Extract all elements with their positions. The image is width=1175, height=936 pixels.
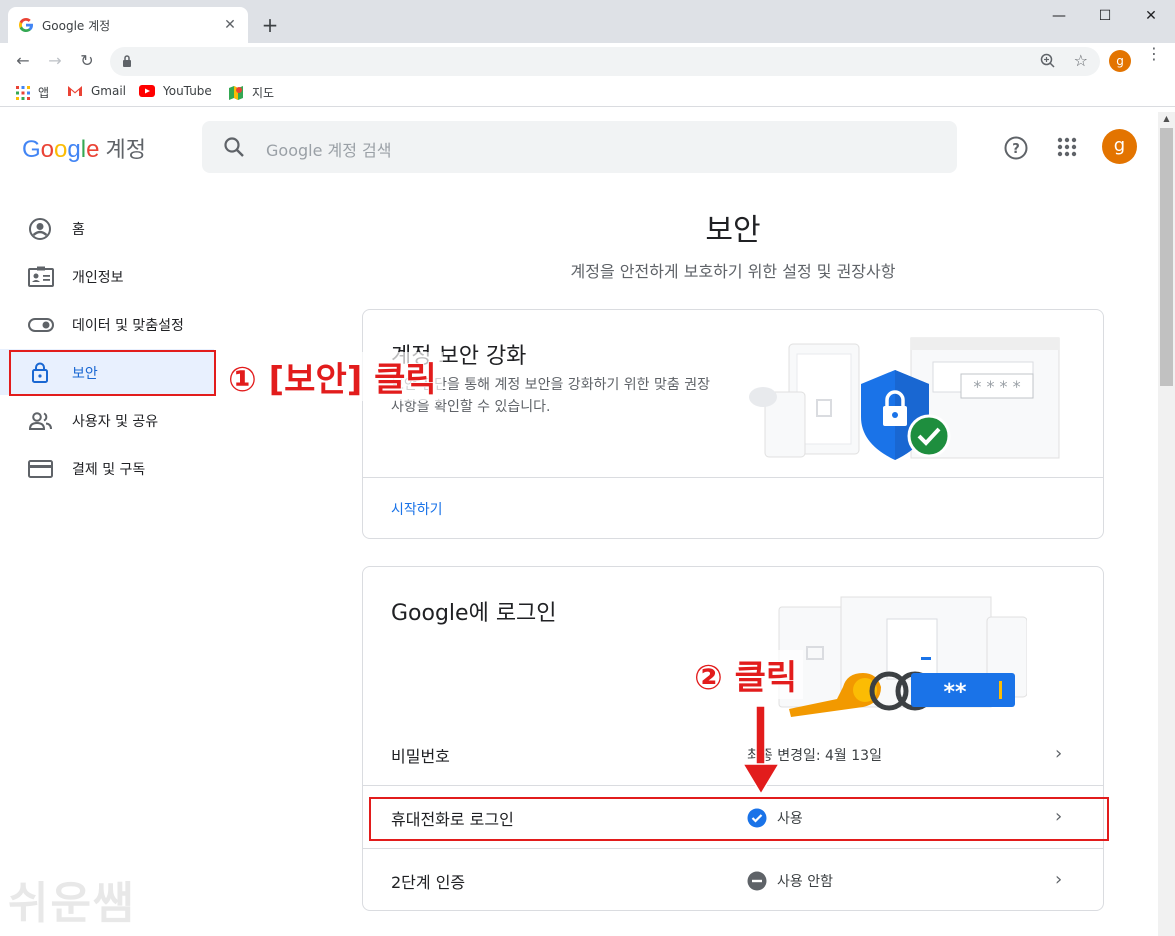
security-shield-illustration: * * * * <box>749 337 1060 460</box>
signin-keys-illustration: ** <box>778 596 1027 717</box>
watermark: 쉬운쌤 <box>8 878 136 929</box>
sidebar-item-home[interactable]: 홈 <box>0 205 300 251</box>
google-favicon-icon <box>19 18 33 32</box>
card-title: Google에 로그인 <box>391 601 557 626</box>
browser-tabstrip: Google 계정 ✕ + — ☐ ✕ <box>0 0 1175 43</box>
page-subtitle: 계정을 안전하게 보호하기 위한 설정 및 권장사항 <box>570 262 896 281</box>
zoom-icon[interactable] <box>1040 53 1056 69</box>
sidebar-item-label: 결제 및 구독 <box>72 462 146 478</box>
toggle-icon <box>28 318 54 332</box>
page-title: 보안 <box>705 213 761 248</box>
bookmark-star-icon[interactable]: ☆ <box>1074 51 1088 70</box>
minimize-button[interactable]: — <box>1036 4 1082 28</box>
sidebar-item-label: 데이터 및 맞춤설정 <box>72 318 184 334</box>
svg-text:**: ** <box>943 680 967 705</box>
google-wordmark: Google <box>22 136 100 163</box>
lock-icon <box>123 55 131 67</box>
tab-title: Google 계정 <box>42 18 111 33</box>
bookmark-youtube[interactable]: YouTube <box>139 84 212 98</box>
people-icon <box>28 412 52 430</box>
bookmark-label: Gmail <box>91 84 127 98</box>
chevron-right-icon: › <box>1055 869 1063 890</box>
row-value: 사용 안함 <box>747 871 833 891</box>
bookmark-apps[interactable]: 앱 <box>16 84 49 101</box>
bookmark-gmail[interactable]: Gmail <box>67 84 126 98</box>
sidebar-item-personal-info[interactable]: 개인정보 <box>0 253 300 299</box>
bookmark-label: 지도 <box>252 86 275 100</box>
maps-icon <box>229 85 243 100</box>
bookmark-maps[interactable]: 지도 <box>228 84 274 101</box>
search-placeholder: Google 계정 검색 <box>266 141 392 160</box>
row-label: 2단계 인증 <box>391 873 466 892</box>
new-tab-button[interactable]: + <box>258 13 282 37</box>
bookmark-label: YouTube <box>163 84 212 98</box>
search-icon <box>224 137 244 157</box>
address-bar[interactable]: ☆ <box>110 47 1100 76</box>
browser-menu-icon[interactable]: ⋮ <box>1146 46 1162 62</box>
svg-text:* * * *: * * * * <box>973 377 1020 396</box>
row-value-text: 사용 안함 <box>777 874 833 890</box>
browser-tab[interactable]: Google 계정 ✕ <box>8 7 248 43</box>
sidebar-item-payments[interactable]: 결제 및 구독 <box>0 445 300 491</box>
scroll-up-icon[interactable]: ▲ <box>1160 114 1173 123</box>
account-search-input[interactable]: Google 계정 검색 <box>202 121 957 173</box>
id-card-icon <box>28 266 54 287</box>
annotation-highlight-box <box>9 350 216 396</box>
help-icon[interactable]: ? <box>1003 135 1029 161</box>
annotation-highlight-box <box>369 797 1109 841</box>
close-window-button[interactable]: ✕ <box>1128 4 1174 28</box>
bookmark-label: 앱 <box>38 86 50 100</box>
svg-text:?: ? <box>1012 142 1020 157</box>
google-apps-icon[interactable] <box>1057 137 1077 157</box>
page-header: Google 계정 Google 계정 검색 ? g <box>0 112 1158 184</box>
two-step-verification-row[interactable]: 2단계 인증 사용 안함 › <box>363 849 1103 911</box>
forward-button[interactable]: → <box>44 51 66 71</box>
signin-card: Google에 로그인 ** 비밀번호 최종 변경일: 4월 13일 › 휴대전… <box>362 566 1104 911</box>
sidebar-item-data-personalization[interactable]: 데이터 및 맞춤설정 <box>0 301 300 347</box>
arrow-down-icon <box>741 706 781 796</box>
gmail-icon <box>68 86 82 96</box>
tab-close-icon[interactable]: ✕ <box>222 17 238 33</box>
get-started-link[interactable]: 시작하기 <box>391 499 443 519</box>
sidebar-item-people-sharing[interactable]: 사용자 및 공유 <box>0 397 300 443</box>
account-avatar[interactable]: g <box>1102 129 1137 164</box>
logo-suffix: 계정 <box>105 138 146 163</box>
annotation-step-1: ① [보안] 클릭 <box>222 352 443 401</box>
chevron-right-icon: › <box>1055 743 1063 764</box>
annotation-step-2: ② 클릭 <box>688 650 804 699</box>
youtube-icon <box>139 85 155 97</box>
credit-card-icon <box>28 460 53 478</box>
password-row[interactable]: 비밀번호 최종 변경일: 4월 13일 › <box>363 723 1103 785</box>
back-button[interactable]: ← <box>12 51 34 71</box>
browser-profile-avatar[interactable]: g <box>1109 50 1131 72</box>
apps-grid-icon <box>16 85 30 100</box>
browser-toolbar: ← → ↻ ☆ <box>0 43 1175 79</box>
sidebar-item-label: 사용자 및 공유 <box>72 414 159 430</box>
scrollbar-thumb[interactable] <box>1160 128 1173 386</box>
card-divider <box>363 477 1103 478</box>
reload-button[interactable]: ↻ <box>76 51 98 71</box>
sidebar-item-label: 홈 <box>72 222 85 238</box>
maximize-button[interactable]: ☐ <box>1082 4 1128 28</box>
bookmarks-bar: 앱 Gmail YouTube 지도 <box>0 79 1175 107</box>
account-circle-icon <box>29 218 51 240</box>
google-account-logo[interactable]: Google 계정 <box>22 132 146 164</box>
security-checkup-card: 계정 보안 강화 보안 진단을 통해 계정 보안을 강화하기 위한 맞춤 권장사… <box>362 309 1104 539</box>
minus-circle-icon <box>747 871 767 891</box>
sidebar-item-label: 개인정보 <box>72 270 124 286</box>
row-label: 비밀번호 <box>391 747 450 766</box>
